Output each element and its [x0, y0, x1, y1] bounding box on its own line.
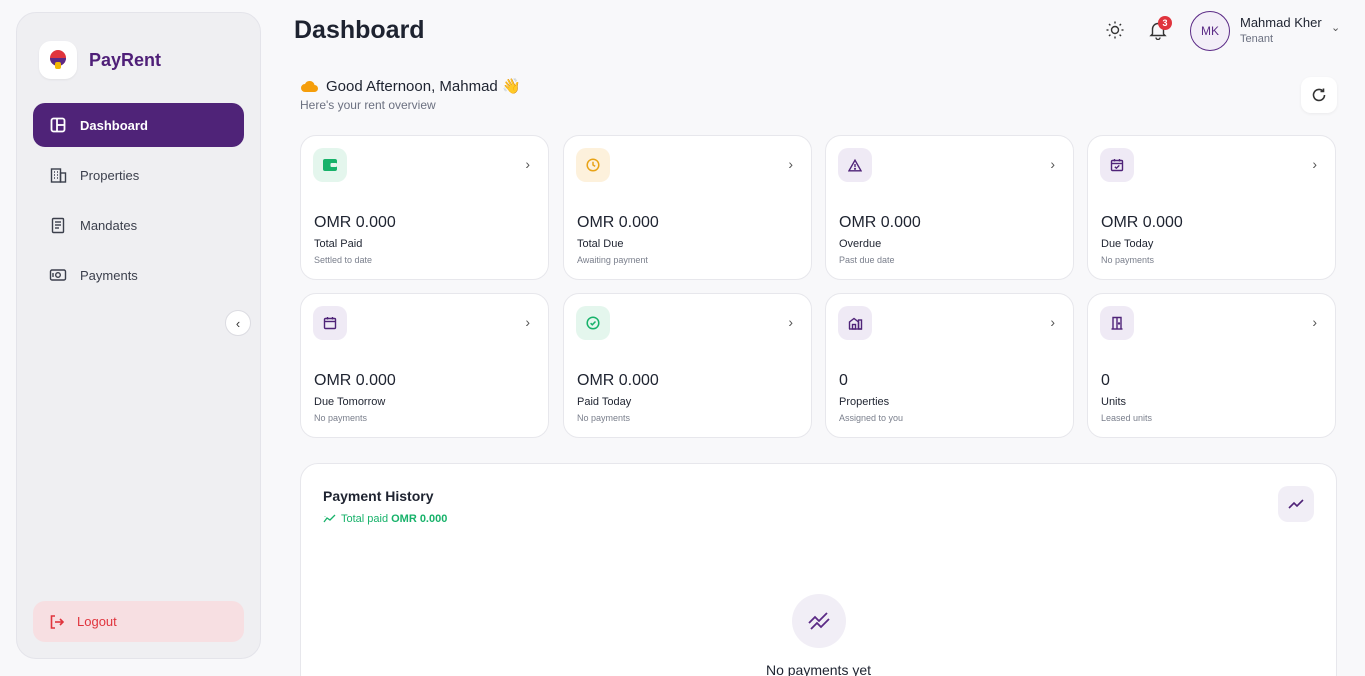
trend-up-icon — [1288, 499, 1304, 509]
stat-label: Units — [1101, 396, 1127, 408]
stat-value: 0 — [839, 372, 848, 389]
chart-toggle-button[interactable] — [1278, 486, 1314, 522]
stat-value: OMR 0.000 — [314, 372, 396, 389]
chevron-right-icon: › — [1050, 156, 1055, 172]
user-name[interactable]: Mahmad Kher — [1240, 15, 1322, 30]
brand[interactable]: PayRent — [39, 41, 161, 79]
notification-badge: 3 — [1158, 16, 1172, 30]
cash-icon — [49, 266, 67, 284]
sidebar-item-properties[interactable]: Properties — [33, 153, 244, 197]
payment-history-panel: Payment History Total paid OMR 0.000 No … — [300, 463, 1337, 676]
stat-card-total-due[interactable]: › OMR 0.000 Total Due Awaiting payment — [563, 135, 812, 280]
avatar[interactable]: MK — [1190, 11, 1230, 51]
layout-icon — [49, 116, 67, 134]
stat-card-due-today[interactable]: › OMR 0.000 Due Today No payments — [1087, 135, 1336, 280]
payment-history-total: Total paid OMR 0.000 — [323, 513, 447, 525]
stat-value: OMR 0.000 — [839, 214, 921, 231]
stat-label: Paid Today — [577, 396, 632, 408]
chevron-left-icon: ‹ — [235, 315, 241, 331]
sidebar-item-label: Payments — [80, 267, 138, 283]
stat-value: OMR 0.000 — [1101, 214, 1183, 231]
stat-sub: Assigned to you — [839, 413, 904, 423]
calendar-check-icon — [1100, 148, 1134, 182]
chevron-right-icon: › — [525, 314, 530, 330]
stat-card-units[interactable]: › 0 Units Leased units — [1087, 293, 1336, 438]
stat-value: 0 — [1101, 372, 1110, 389]
stat-label: Due Today — [1101, 238, 1154, 250]
clock-icon — [576, 148, 610, 182]
total-label: Total paid — [341, 513, 389, 525]
sparkle-trend-icon — [323, 514, 336, 523]
stat-sub: No payments — [314, 413, 368, 423]
cloud-icon — [300, 80, 319, 93]
payrent-logo-icon — [39, 41, 77, 79]
chevron-right-icon: › — [788, 314, 793, 330]
stat-label: Overdue — [839, 238, 882, 250]
stat-sub: Past due date — [839, 255, 895, 265]
sidebar-nav: Dashboard Properties Mandates Payments — [33, 103, 244, 303]
theme-toggle-button[interactable] — [1104, 19, 1126, 41]
refresh-button[interactable] — [1301, 77, 1337, 113]
sidebar-item-label: Mandates — [80, 217, 138, 233]
warning-icon — [838, 148, 872, 182]
stat-sub: Settled to date — [314, 255, 373, 265]
stat-sub: Leased units — [1101, 413, 1153, 423]
sidebar: PayRent Dashboard Properties Mandates Pa… — [16, 12, 261, 659]
total-value: OMR 0.000 — [391, 513, 448, 525]
logout-button[interactable]: Logout — [33, 601, 244, 642]
stat-value: OMR 0.000 — [314, 214, 396, 231]
sidebar-collapse-button[interactable]: ‹ — [225, 310, 251, 336]
user-role: Tenant — [1240, 33, 1274, 45]
check-circle-icon — [576, 306, 610, 340]
empty-state-icon — [792, 594, 846, 648]
calendar-icon — [313, 306, 347, 340]
sun-icon — [1106, 21, 1124, 39]
stat-card-due-tomorrow[interactable]: › OMR 0.000 Due Tomorrow No payments — [300, 293, 549, 438]
stat-sub: Awaiting payment — [577, 255, 648, 265]
chevron-right-icon: › — [1312, 156, 1317, 172]
building-icon — [49, 166, 67, 184]
brand-name: PayRent — [89, 49, 162, 70]
stat-label: Due Tomorrow — [314, 396, 386, 408]
chevron-right-icon: › — [1050, 314, 1055, 330]
sidebar-item-payments[interactable]: Payments — [33, 253, 244, 297]
property-icon — [838, 306, 872, 340]
refresh-icon — [1312, 88, 1326, 102]
greeting: Good Afternoon, Mahmad 👋 — [300, 77, 521, 95]
greeting-text: Good Afternoon, Mahmad 👋 — [326, 78, 521, 95]
stat-sub: No payments — [1101, 255, 1155, 265]
stat-label: Properties — [839, 396, 890, 408]
sidebar-item-label: Properties — [80, 167, 140, 183]
chevron-right-icon: › — [525, 156, 530, 172]
stat-value: OMR 0.000 — [577, 372, 659, 389]
chevron-down-icon[interactable]: ⌄ — [1331, 21, 1340, 34]
chevron-right-icon: › — [788, 156, 793, 172]
stat-sub: No payments — [577, 413, 631, 423]
payment-history-title: Payment History — [323, 488, 434, 504]
stat-label: Total Paid — [314, 238, 363, 250]
sidebar-item-dashboard[interactable]: Dashboard — [33, 103, 244, 147]
stat-card-total-paid[interactable]: › OMR 0.000 Total Paid Settled to date — [300, 135, 549, 280]
greeting-subtitle: Here's your rent overview — [300, 98, 436, 112]
page-title: Dashboard — [294, 16, 425, 44]
sidebar-item-mandates[interactable]: Mandates — [33, 203, 244, 247]
document-icon — [49, 216, 67, 234]
empty-state-text: No payments yet — [765, 662, 872, 676]
door-icon — [1100, 306, 1134, 340]
stat-card-properties[interactable]: › 0 Properties Assigned to you — [825, 293, 1074, 438]
sidebar-item-label: Dashboard — [80, 117, 148, 133]
stat-card-paid-today[interactable]: › OMR 0.000 Paid Today No payments — [563, 293, 812, 438]
logout-label: Logout — [77, 614, 117, 629]
logout-icon — [49, 614, 65, 630]
stat-card-overdue[interactable]: › OMR 0.000 Overdue Past due date — [825, 135, 1074, 280]
wallet-icon — [313, 148, 347, 182]
stat-value: OMR 0.000 — [577, 214, 659, 231]
stat-label: Total Due — [577, 238, 624, 250]
chevron-right-icon: › — [1312, 314, 1317, 330]
